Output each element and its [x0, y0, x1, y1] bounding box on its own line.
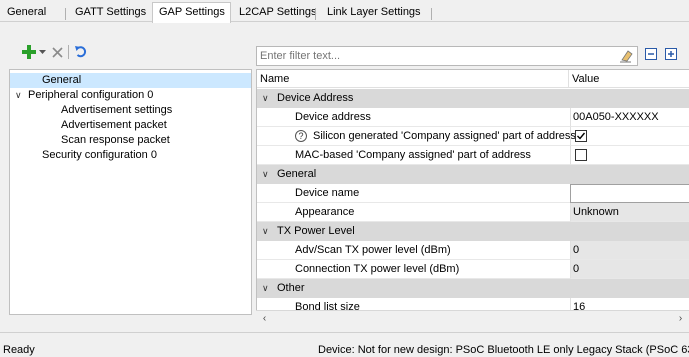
configuration-tree[interactable]: General ∨ Peripheral configuration 0 Adv…: [9, 69, 252, 315]
tree-toolbar: [22, 42, 87, 62]
checkbox-mac-based[interactable]: [575, 149, 587, 161]
property-name: Device address: [295, 111, 371, 123]
tree-item-label: Scan response packet: [61, 134, 170, 146]
property-name: Connection TX power level (dBm): [295, 263, 460, 275]
property-name-cell: MAC-based 'Company assigned' part of add…: [257, 146, 570, 165]
property-name-cell: Connection TX power level (dBm): [257, 260, 570, 279]
undo-button[interactable]: [74, 43, 87, 61]
category-general[interactable]: ∨ General: [257, 165, 689, 184]
property-row-connection-tx-power[interactable]: Connection TX power level (dBm) 0: [257, 260, 689, 279]
property-name: Adv/Scan TX power level (dBm): [295, 244, 451, 256]
help-icon[interactable]: ?: [295, 130, 307, 142]
filter-box: [256, 46, 638, 66]
expand-all-icon[interactable]: [665, 48, 677, 60]
tab-gatt-settings[interactable]: GATT Settings: [69, 5, 152, 22]
category-tx-power-level[interactable]: ∨ TX Power Level: [257, 222, 689, 241]
add-icon: [22, 45, 36, 59]
property-name-cell: Appearance: [257, 203, 570, 222]
property-row-appearance[interactable]: Appearance Unknown: [257, 203, 689, 222]
toolbar-separator: [68, 45, 69, 59]
property-value-mac-based: [570, 146, 689, 165]
category-label: TX Power Level: [277, 225, 355, 237]
add-dropdown-button[interactable]: [39, 43, 46, 61]
device-name-input[interactable]: [570, 184, 689, 203]
property-name-cell: ? Silicon generated 'Company assigned' p…: [257, 127, 576, 146]
delete-button[interactable]: [52, 43, 63, 61]
property-row-adv-scan-tx-power[interactable]: Adv/Scan TX power level (dBm) 0: [257, 241, 689, 260]
tree-item-peripheral-configuration[interactable]: ∨ Peripheral configuration 0: [10, 88, 251, 103]
column-header-value: Value: [572, 73, 600, 85]
checkbox-silicon-generated[interactable]: [575, 130, 587, 142]
tree-item-general[interactable]: General: [10, 73, 251, 88]
tree-item-security-configuration[interactable]: Security configuration 0: [10, 148, 251, 163]
property-row-device-address[interactable]: Device address 00A050-XXXXXX: [257, 108, 689, 127]
adv-scan-tx-power-value[interactable]: 0: [570, 241, 689, 260]
tree-item-label: Security configuration 0: [42, 149, 157, 161]
column-divider[interactable]: [568, 70, 569, 88]
appearance-value[interactable]: Unknown: [570, 203, 689, 222]
category-label: Other: [277, 282, 305, 294]
property-row-silicon-generated[interactable]: ? Silicon generated 'Company assigned' p…: [257, 127, 689, 146]
tab-separator: [65, 8, 66, 20]
tree-item-label: Advertisement packet: [61, 119, 167, 131]
property-name-cell: Device name: [257, 184, 570, 203]
delete-icon: [52, 46, 63, 58]
category-device-address[interactable]: ∨ Device Address: [257, 89, 689, 108]
chevron-down-icon[interactable]: ∨: [262, 279, 269, 297]
tab-separator: [431, 8, 432, 20]
chevron-down-icon[interactable]: ∨: [15, 88, 22, 103]
tree-item-scan-response-packet[interactable]: Scan response packet: [10, 133, 251, 148]
tree-item-advertisement-packet[interactable]: Advertisement packet: [10, 118, 251, 133]
property-row-device-name[interactable]: Device name: [257, 184, 689, 203]
checkmark-icon: [577, 132, 586, 140]
category-other[interactable]: ∨ Other: [257, 279, 689, 298]
status-bar: Ready Device: Not for new design: PSoC B…: [0, 340, 689, 356]
tab-l2cap-settings[interactable]: L2CAP Settings: [233, 5, 316, 22]
tab-bar: General GATT Settings GAP Settings L2CAP…: [0, 0, 689, 23]
device-status-text: Device: Not for new design: PSoC Bluetoo…: [318, 344, 689, 356]
property-row-mac-based[interactable]: MAC-based 'Company assigned' part of add…: [257, 146, 689, 165]
connection-tx-power-value[interactable]: 0: [570, 260, 689, 279]
tree-item-label: Peripheral configuration 0: [28, 89, 154, 101]
chevron-down-icon[interactable]: ∨: [262, 222, 269, 240]
status-divider: [0, 332, 689, 333]
tab-gap-settings[interactable]: GAP Settings: [152, 2, 231, 23]
grid-header: Name Value: [257, 70, 689, 88]
tree-item-label: Advertisement settings: [61, 104, 173, 116]
status-text: Ready: [3, 344, 35, 356]
undo-icon: [75, 46, 87, 58]
tab-link-layer-settings[interactable]: Link Layer Settings: [321, 5, 430, 22]
eraser-icon[interactable]: [619, 49, 633, 63]
property-value-device-address[interactable]: 00A050-XXXXXX: [570, 108, 689, 127]
chevron-down-icon[interactable]: ∨: [262, 165, 269, 183]
scroll-left-icon[interactable]: ‹: [256, 311, 273, 327]
category-label: General: [277, 168, 317, 180]
category-label: Device Address: [277, 92, 354, 104]
tab-general[interactable]: General: [1, 5, 64, 22]
property-name: MAC-based 'Company assigned' part of add…: [295, 149, 531, 161]
column-header-name: Name: [260, 73, 290, 85]
tree-item-label: General: [42, 74, 82, 86]
chevron-down-icon[interactable]: ∨: [262, 89, 269, 107]
horizontal-scrollbar[interactable]: ‹ ›: [256, 310, 689, 327]
property-value-silicon-generated: [570, 127, 689, 146]
filter-input[interactable]: [257, 47, 597, 65]
tree-item-advertisement-settings[interactable]: Advertisement settings: [10, 103, 251, 118]
tab-separator: [315, 8, 316, 20]
add-button[interactable]: [22, 43, 36, 61]
property-name-cell: Adv/Scan TX power level (dBm): [257, 241, 570, 260]
property-name-cell: Device address: [257, 108, 570, 127]
scroll-right-icon[interactable]: ›: [672, 311, 689, 327]
property-name: Silicon generated 'Company assigned' par…: [313, 130, 576, 142]
property-name: Appearance: [295, 206, 355, 218]
property-name: Device name: [295, 187, 360, 199]
property-grid: Name Value ∨ Device Address Device addre…: [256, 69, 689, 327]
caret-down-icon: [39, 49, 46, 54]
collapse-all-icon[interactable]: [645, 48, 657, 60]
